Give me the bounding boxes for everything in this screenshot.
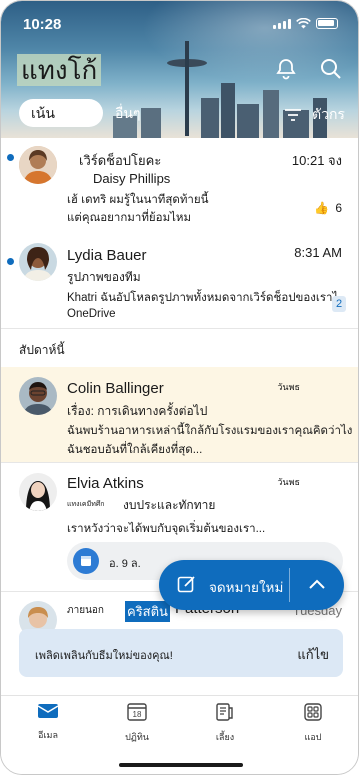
- unread-indicator: [7, 154, 14, 161]
- nav-feed-label: เลี้ยง: [215, 732, 235, 742]
- wifi-icon: [296, 18, 311, 29]
- email-preview-line2: OneDrive: [67, 308, 116, 320]
- event-date: อ. 9 ล.: [109, 558, 141, 570]
- external-tag: ภายนอก: [67, 605, 104, 616]
- avatar: [19, 473, 57, 511]
- email-preview: Khatri ฉันอัปโหลดรูปภาพทั้งหมดจากเวิร์ดช…: [67, 292, 337, 304]
- header-banner: 10:28 แทงโก้ เน้น อื่นๆ ตัวกร: [1, 1, 358, 138]
- avatar: [19, 146, 57, 184]
- nav-mail[interactable]: อีเมล: [18, 702, 78, 742]
- signal-icon: [273, 19, 291, 29]
- nav-calendar[interactable]: 18 ปฏิทิน: [107, 702, 167, 744]
- home-indicator: [119, 763, 243, 767]
- chevron-up-icon[interactable]: [308, 577, 326, 591]
- email-time: วันพธ: [277, 382, 300, 392]
- nav-feed[interactable]: เลี้ยง: [195, 702, 255, 744]
- new-mail-label: จดหมายใหม่: [209, 580, 284, 595]
- email-subject: เรื่อง: การเดินทางครั้งต่อไป: [67, 404, 208, 418]
- banner-edit-button[interactable]: แก้ไข: [297, 644, 329, 665]
- calendar-icon: [73, 548, 99, 574]
- filter-icon: [285, 109, 301, 121]
- email-sender: Lydia Bauer: [67, 247, 147, 264]
- compose-icon: [177, 576, 195, 593]
- new-mail-fab[interactable]: จดหมายใหม่: [159, 560, 344, 610]
- nav-calendar-day: 18: [133, 710, 142, 719]
- status-time: 10:28: [23, 16, 62, 33]
- app-frame: 10:28 แทงโก้ เน้น อื่นๆ ตัวกร เวิร์ดช็อป…: [0, 0, 359, 775]
- email-sender: เวิร์ดช็อปโยคะ: [79, 153, 162, 168]
- email-time: วันพธ: [277, 477, 300, 487]
- section-header: สัปดาห์นี้: [19, 343, 65, 357]
- avatar: [19, 377, 57, 415]
- email-preview: เราหวังว่าจะได้พบกับจุดเริ่มต้นของเรา...: [67, 523, 266, 535]
- filter-label: ตัวกร: [312, 106, 345, 122]
- theme-banner: เพลิดเพลินกับธีมใหม่ของคุณ! แก้ไข: [19, 629, 343, 677]
- email-sender: Colin Ballinger: [67, 380, 164, 397]
- reaction-count: 6: [335, 201, 342, 215]
- email-preview: เฮ้ เดทริ ผมรู้ในนาทีสุดท้ายนี้: [67, 194, 209, 206]
- email-preview-line2: แต่คุณอยากมาที่ย้อมไหม: [67, 212, 192, 224]
- email-preview: ฉันพบร้านอาหารเหล่านี้ใกล้กับโรงแรมของเร…: [67, 425, 352, 437]
- avatar: [19, 243, 57, 281]
- divider: [1, 328, 358, 329]
- email-time: 10:21 จง: [291, 153, 342, 168]
- calendar-icon: 18: [127, 703, 147, 721]
- email-subject: รูปภาพของทีม: [67, 270, 141, 284]
- list-item-selected[interactable]: Colin Ballinger วันพธ เรื่อง: การเดินทาง…: [1, 367, 358, 462]
- thread-count-badge: 2: [332, 296, 346, 312]
- nav-mail-label: อีเมล: [38, 730, 58, 740]
- reaction-badge: 👍 6: [314, 201, 342, 215]
- nav-apps-label: แอป: [304, 732, 322, 742]
- sender-highlight: คริสติน: [125, 601, 170, 622]
- email-time: 8:31 AM: [294, 245, 342, 260]
- filter-button[interactable]: ตัวกร: [284, 104, 345, 126]
- list-item[interactable]: Lydia Bauer 8:31 AM รูปภาพของทีม Khatri …: [1, 232, 358, 328]
- email-sender: Elvia Atkins: [67, 475, 144, 492]
- tab-focused[interactable]: เน้น: [19, 99, 103, 127]
- email-subject: Daisy Phillips: [93, 171, 171, 186]
- search-icon[interactable]: [319, 57, 343, 81]
- list-item[interactable]: เวิร์ดช็อปโยคะ 10:21 จง Daisy Phillips เ…: [1, 138, 358, 232]
- nav-calendar-label: ปฏิทิน: [125, 732, 149, 742]
- nav-apps[interactable]: แอป: [283, 702, 343, 744]
- page-title: แทงโก้: [17, 54, 102, 86]
- email-preview-line2: ฉันชอบอันที่ใกล้เคียงที่สุด...: [67, 444, 203, 456]
- thumbs-up-icon: 👍: [314, 201, 330, 215]
- battery-icon: [316, 18, 338, 29]
- apps-icon: [304, 703, 322, 721]
- mail-icon: [37, 704, 59, 718]
- tab-other[interactable]: อื่นๆ: [115, 103, 141, 125]
- unread-indicator: [7, 258, 14, 265]
- status-bar: 10:28: [1, 11, 358, 37]
- feed-icon: [216, 703, 233, 721]
- bell-icon[interactable]: [274, 57, 298, 81]
- email-subject: งบประและทักทาย: [123, 498, 216, 512]
- banner-text: เพลิดเพลินกับธีมใหม่ของคุณ!: [35, 650, 173, 662]
- email-subject-prefix: แทงเคมีทศึก: [67, 501, 105, 508]
